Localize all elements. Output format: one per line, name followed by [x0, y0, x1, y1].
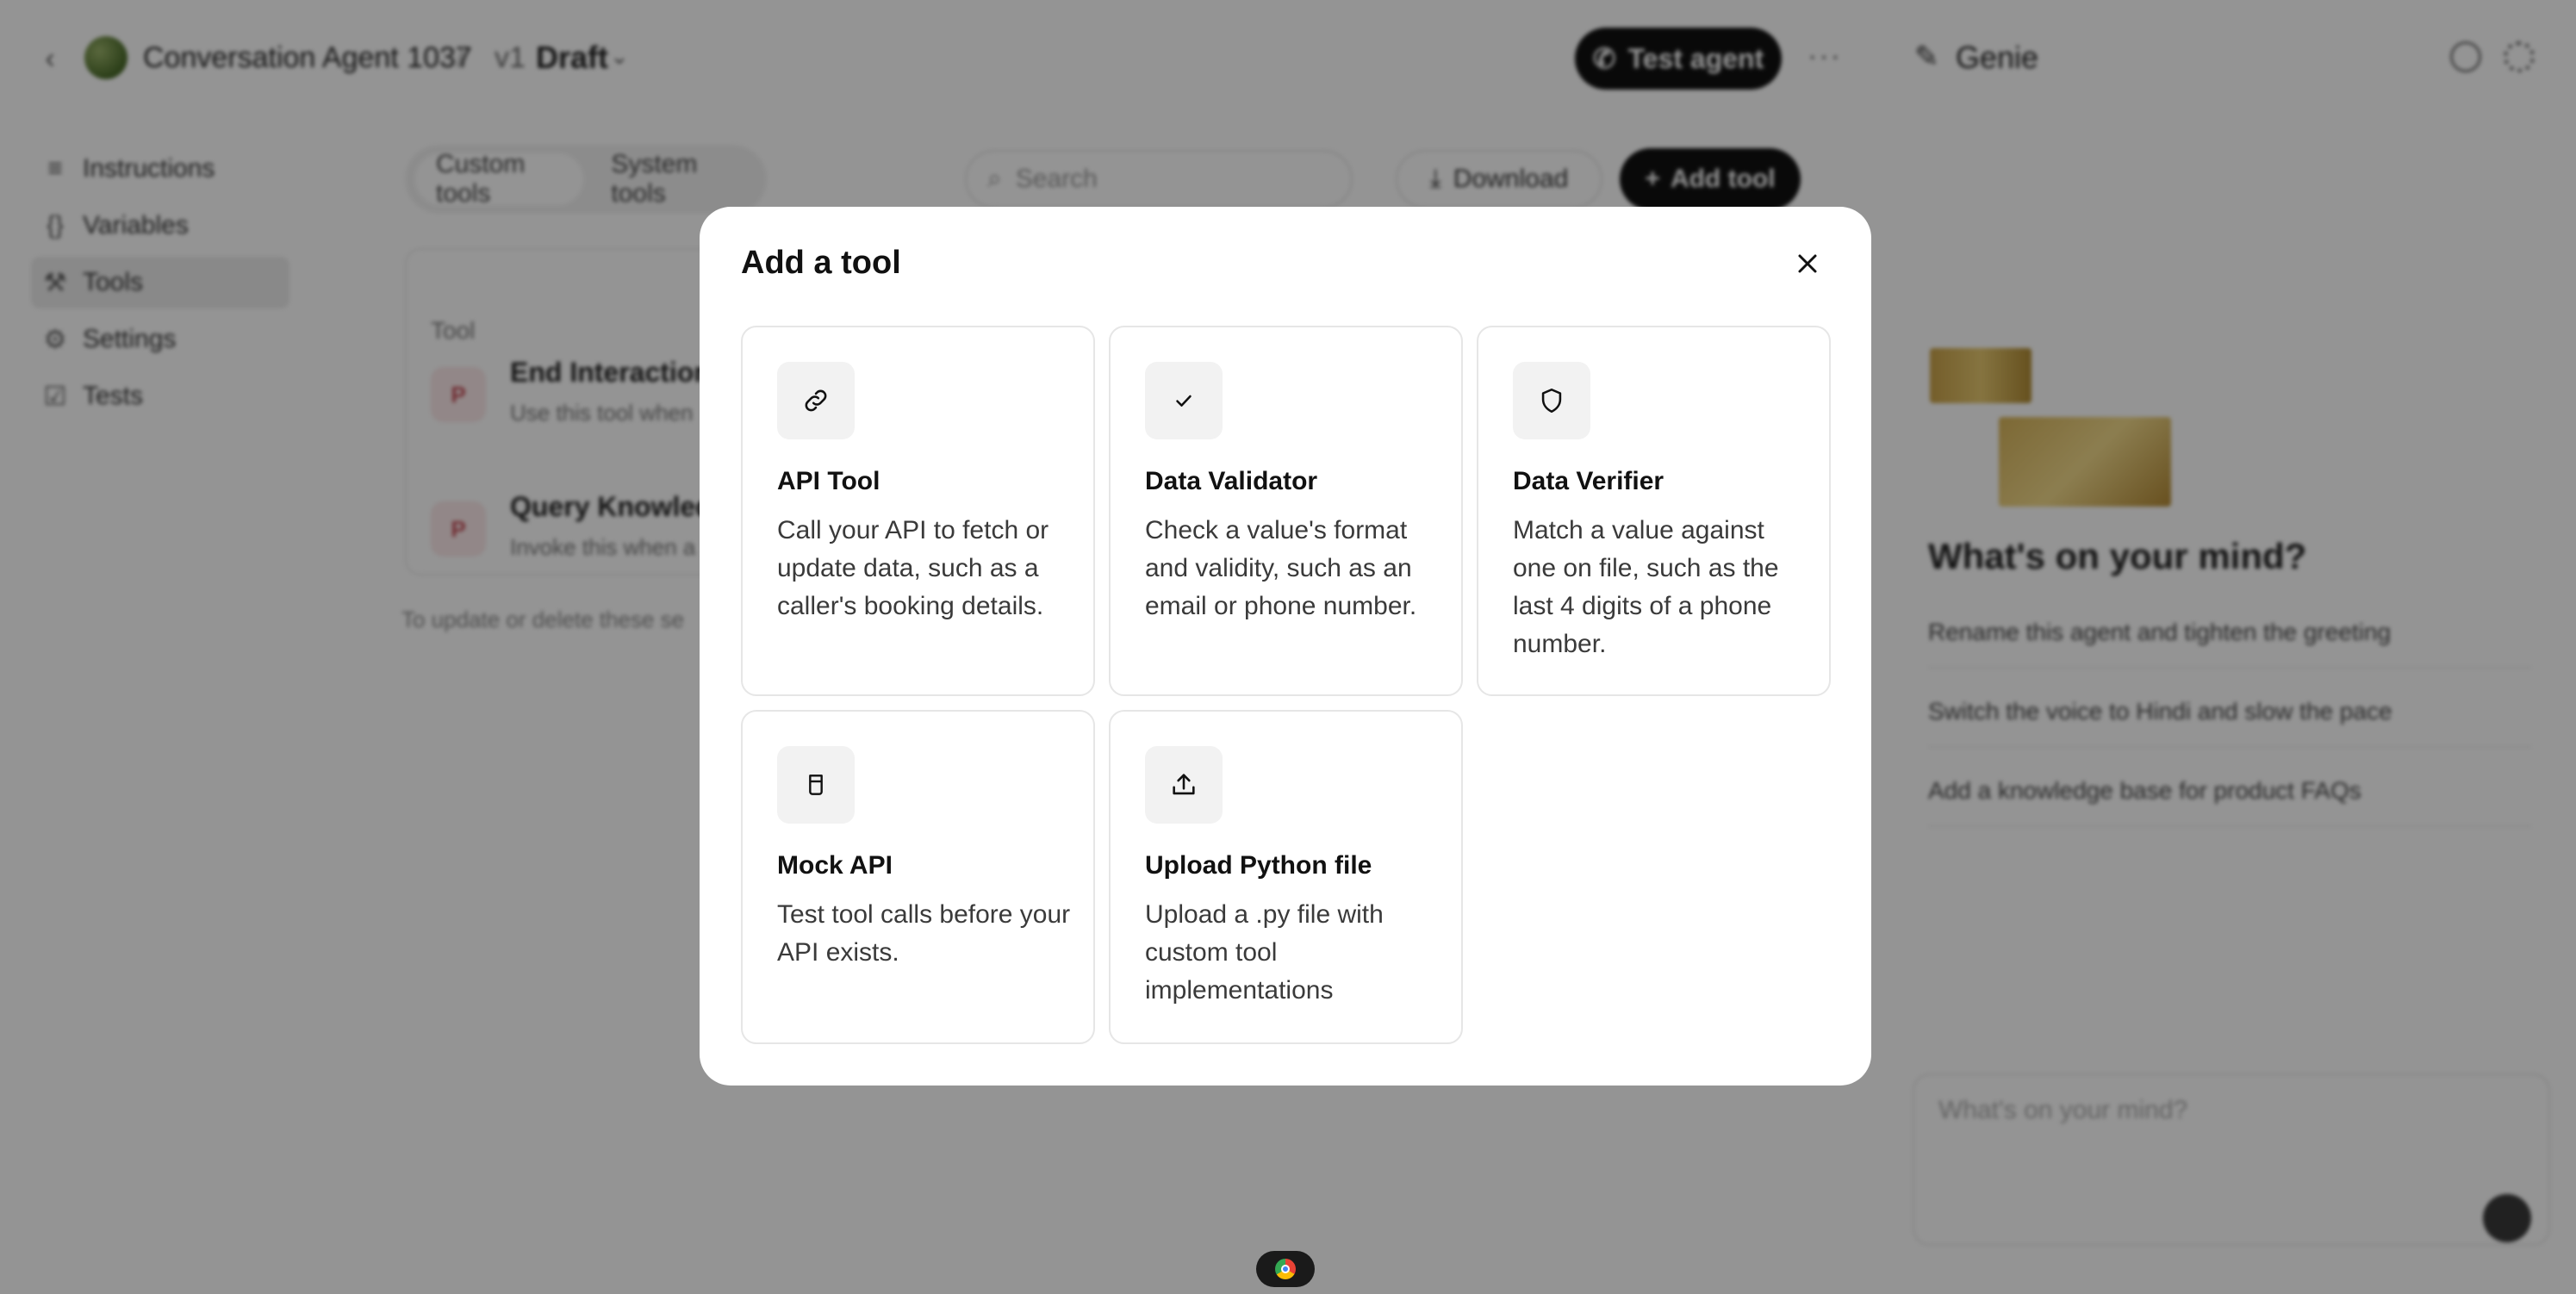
card-title: API Tool: [777, 467, 880, 495]
upload-icon: [1145, 746, 1223, 824]
card-description: Check a value's format and validity, suc…: [1145, 516, 1417, 620]
tool-option-data-verifier[interactable]: Data Verifier Match a value against one …: [1477, 326, 1831, 696]
card-title: Mock API: [777, 851, 893, 880]
tool-option-mock-api[interactable]: Mock API Test tool calls before your API…: [741, 710, 1095, 1044]
modal-title: Add a tool: [741, 245, 901, 281]
tool-option-api-tool[interactable]: API Tool Call your API to fetch or updat…: [741, 326, 1095, 696]
tool-option-upload-python[interactable]: Upload Python file Upload a .py file wit…: [1109, 710, 1463, 1044]
link-icon: [777, 362, 855, 439]
browser-dock[interactable]: [1256, 1251, 1315, 1287]
add-tool-modal: Add a tool API Tool Call your API to fet…: [700, 207, 1871, 1086]
shield-icon: [1513, 362, 1590, 439]
card-title: Data Validator: [1145, 467, 1318, 495]
close-icon[interactable]: [1790, 246, 1825, 281]
cup-icon: [777, 746, 855, 824]
tool-option-data-validator[interactable]: Data Validator Check a value's format an…: [1109, 326, 1463, 696]
card-description: Call your API to fetch or update data, s…: [777, 516, 1049, 620]
card-description: Upload a .py file with custom tool imple…: [1145, 900, 1384, 1005]
card-description: Match a value against one on file, such …: [1513, 516, 1779, 658]
card-description: Test tool calls before your API exists.: [777, 900, 1071, 967]
card-title: Upload Python file: [1145, 851, 1372, 880]
browser-logo-icon: [1275, 1259, 1296, 1279]
card-title: Data Verifier: [1513, 467, 1664, 495]
check-icon: [1145, 362, 1223, 439]
